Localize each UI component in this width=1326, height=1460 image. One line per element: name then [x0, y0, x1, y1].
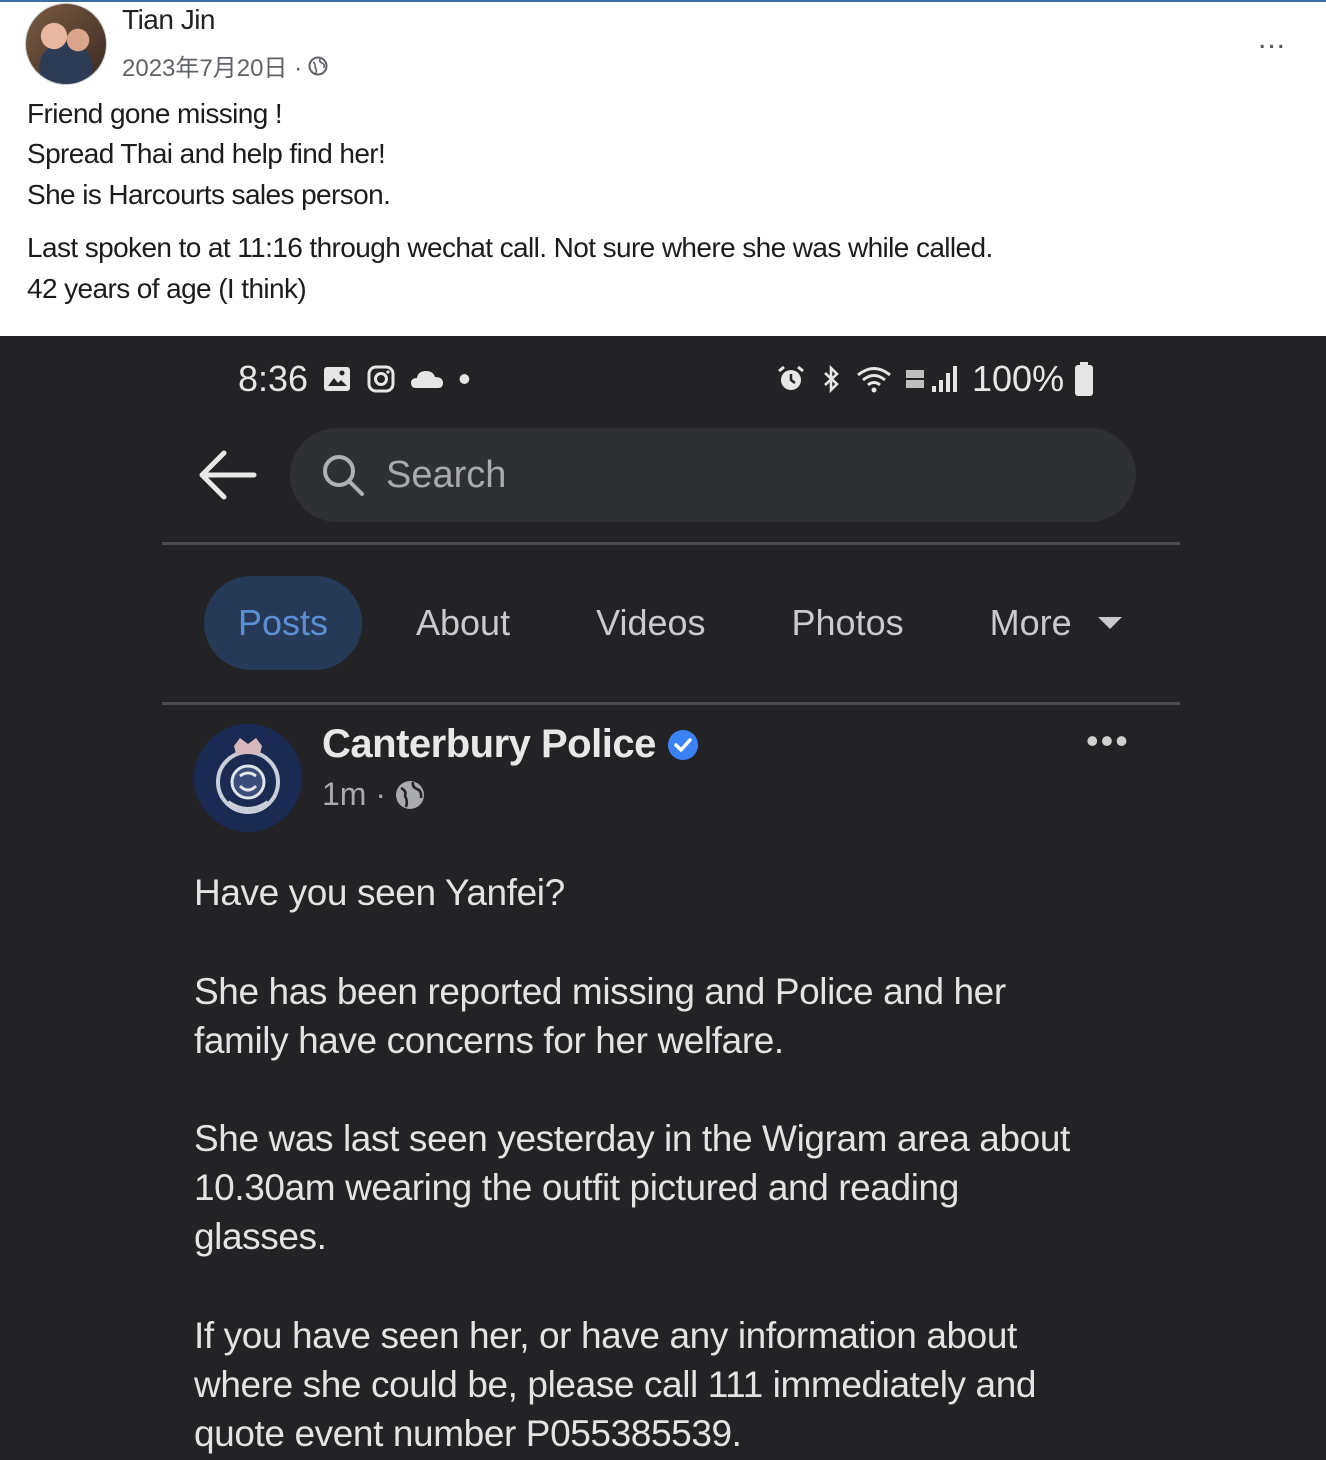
post-more-options-icon[interactable]: •••	[1086, 720, 1130, 762]
gallery-icon	[324, 367, 351, 391]
post-time: 1m ·	[322, 776, 426, 813]
status-time: 8:36	[238, 358, 309, 399]
post-body-line: Have you seen Yanfei?	[194, 872, 565, 913]
post-body-line: She was last seen yesterday in the Wigra…	[194, 1118, 1070, 1159]
post-text-line: Friend gone missing !	[27, 98, 283, 129]
post-text-line: 42 years of age (I think)	[27, 273, 307, 304]
post-body-line: family have concerns for her welfare.	[194, 1020, 784, 1061]
divider	[162, 542, 1180, 545]
post-body-line: She has been reported missing and Police…	[194, 971, 1006, 1012]
page-tabs: Posts About Videos Photos More	[204, 576, 1122, 670]
status-bar-right: 100%	[776, 358, 1094, 400]
post-body-line: quote event number P055385539.	[194, 1413, 742, 1454]
notification-dot: •	[458, 358, 471, 399]
tab-more[interactable]: More	[990, 576, 1122, 670]
battery-percent: 100%	[972, 358, 1065, 399]
post-text-line: Last spoken to at 11:16 through wechat c…	[27, 232, 993, 263]
outer-post: Tian Jin 2023年7月20日 · ... Friend gone mi…	[0, 0, 1326, 336]
post-body-line: where she could be, please call 111 imme…	[194, 1364, 1037, 1405]
author-name[interactable]: Tian Jin	[122, 4, 216, 36]
wifi-icon	[857, 367, 891, 393]
post-body-line: 10.30am wearing the outfit pictured and …	[194, 1167, 959, 1208]
verified-badge-icon	[667, 729, 698, 760]
signal-icon	[906, 366, 957, 392]
globe-icon	[308, 56, 328, 75]
post-date[interactable]: 2023年7月20日 ·	[122, 48, 302, 83]
search-input[interactable]	[384, 452, 1088, 498]
tab-about[interactable]: About	[416, 576, 510, 670]
instagram-icon	[367, 365, 395, 393]
back-arrow-icon[interactable]	[196, 444, 258, 506]
divider	[162, 702, 1180, 705]
post-time-label[interactable]: 1m ·	[322, 776, 386, 813]
tab-posts[interactable]: Posts	[204, 576, 362, 670]
page-name-label: Canterbury Police	[322, 722, 656, 766]
tab-videos[interactable]: Videos	[596, 576, 705, 670]
battery-icon	[1075, 362, 1094, 396]
bluetooth-icon	[824, 364, 839, 394]
tab-photos[interactable]: Photos	[792, 576, 904, 670]
alarm-icon	[778, 365, 804, 390]
post-body-line: If you have seen her, or have any inform…	[194, 1315, 1017, 1356]
search-bar[interactable]	[290, 428, 1136, 522]
post-body-line: glasses.	[194, 1216, 327, 1257]
cloud-icon	[411, 371, 444, 388]
top-border	[0, 0, 1326, 2]
status-bar-left: 8:36 •	[238, 358, 471, 400]
page-name[interactable]: Canterbury Police	[322, 722, 700, 767]
caret-down-icon	[1097, 617, 1122, 629]
post-text-line: Spread Thai and help find her!	[27, 138, 386, 169]
more-options-icon[interactable]: ...	[1258, 22, 1286, 56]
embedded-screenshot: 8:36 • 100% Search Posts About Videos Ph…	[0, 336, 1326, 1460]
tab-more-label: More	[989, 602, 1072, 643]
author-avatar[interactable]	[25, 3, 107, 85]
post-meta: 2023年7月20日 ·	[122, 48, 328, 83]
globe-icon	[396, 780, 424, 809]
post-text-line: She is Harcourts sales person.	[27, 179, 391, 210]
police-logo-avatar[interactable]	[194, 724, 302, 832]
search-icon	[323, 455, 364, 496]
